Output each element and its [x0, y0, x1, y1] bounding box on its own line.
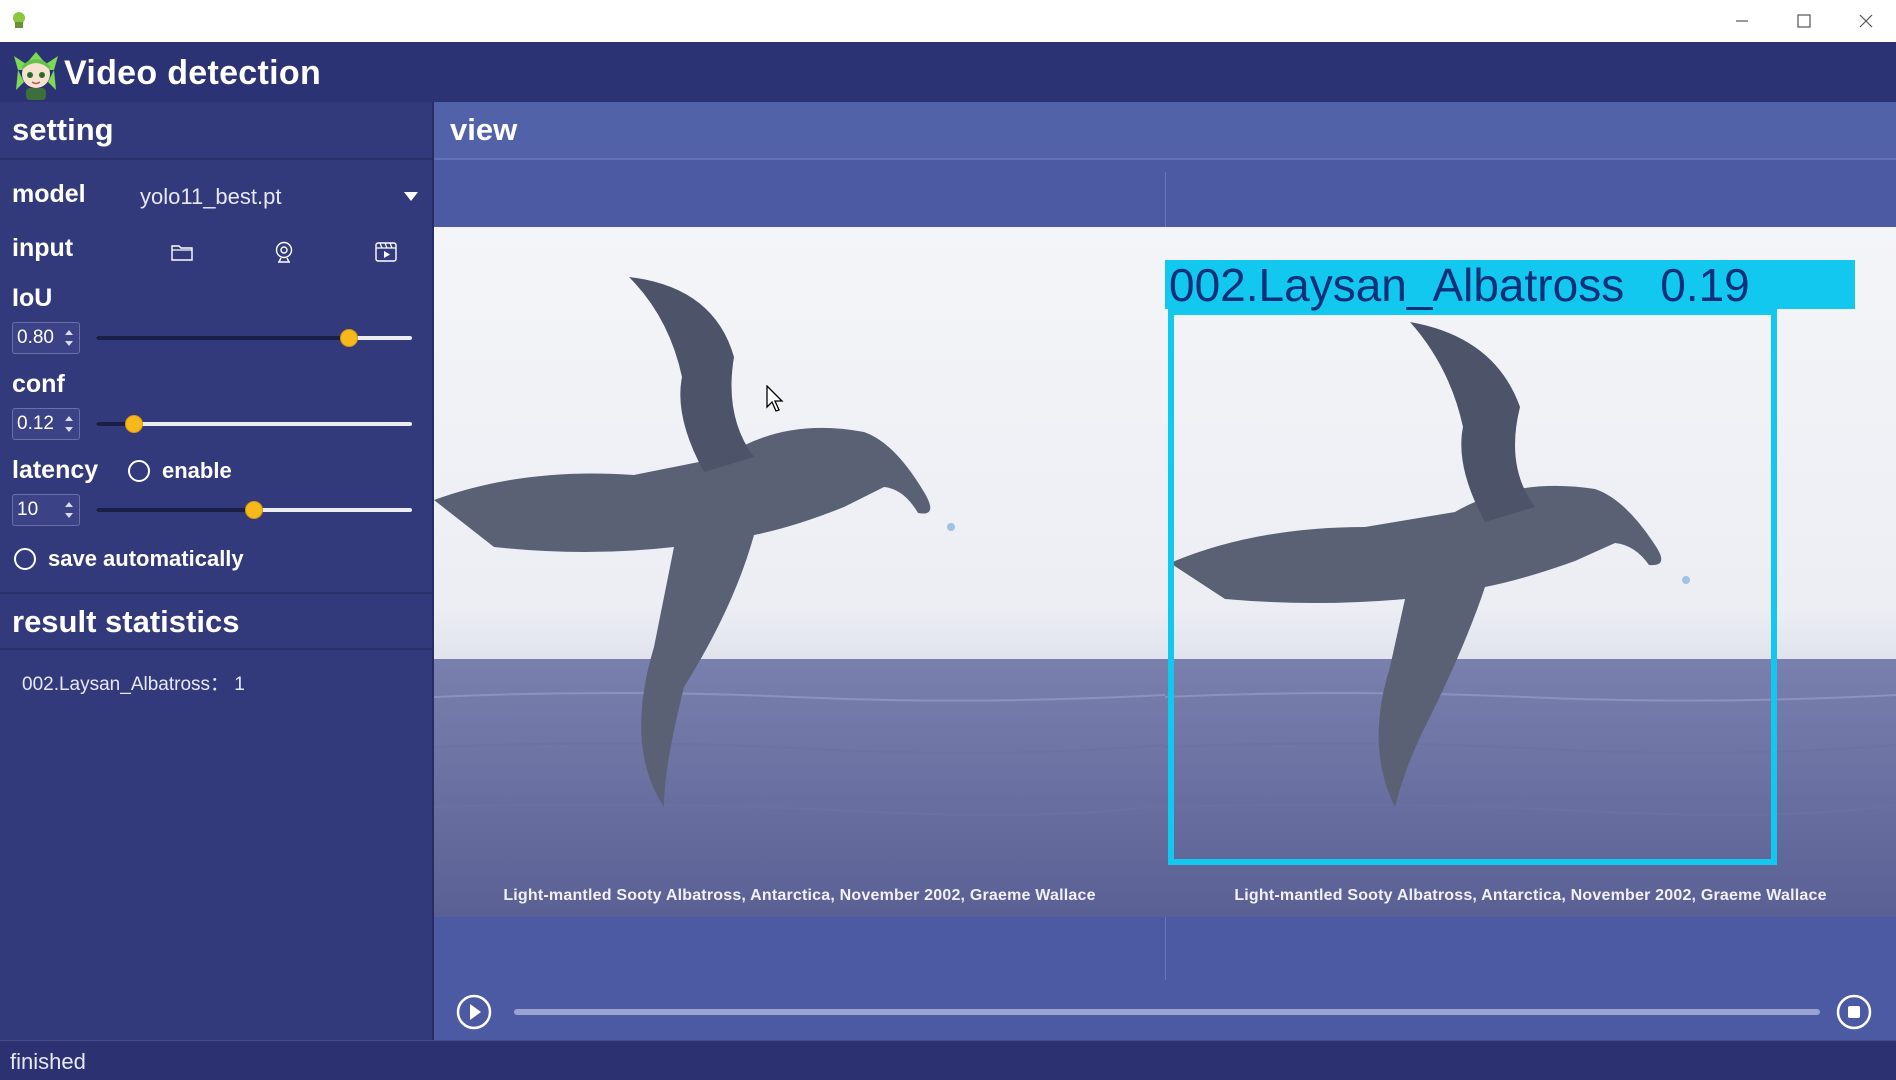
play-icon — [456, 994, 492, 1030]
close-icon — [1859, 14, 1873, 28]
detection-bounding-box — [1168, 309, 1777, 865]
minimize-icon — [1736, 20, 1748, 22]
minimize-button[interactable] — [1714, 6, 1770, 36]
latency-slider-fill — [96, 508, 254, 512]
view-panel: view Light-mantled Sooty Albatross, Anta… — [434, 102, 1896, 1040]
iou-slider-fill — [96, 336, 349, 340]
detection-class: 002.Laysan_Albatross — [1169, 259, 1625, 311]
open-folder-button[interactable] — [162, 232, 202, 272]
result-statistics-header: result statistics — [0, 592, 432, 650]
webcam-icon — [275, 241, 293, 263]
mouse-cursor-icon — [766, 385, 784, 412]
conf-slider-handle[interactable] — [124, 415, 143, 433]
window-titlebar — [0, 0, 1896, 42]
status-text: finished — [10, 1049, 86, 1074]
iou-slider-handle[interactable] — [339, 329, 358, 347]
folder-icon — [171, 245, 193, 261]
result-statistics-title: result statistics — [12, 604, 240, 639]
app-small-icon — [13, 12, 25, 28]
spin-down-icon[interactable] — [65, 513, 73, 518]
latency-slider-handle[interactable] — [245, 501, 263, 519]
albatross-image — [434, 227, 1165, 917]
iou-spinbox[interactable]: 0.80 — [12, 322, 80, 354]
spin-down-icon[interactable] — [65, 341, 73, 346]
detection-label: 002.Laysan_Albatross 0.19 — [1165, 259, 1855, 311]
conf-spinbox[interactable]: 0.12 — [12, 408, 80, 440]
original-video-frame: Light-mantled Sooty Albatross, Antarctic… — [434, 227, 1165, 917]
detection-video-frame: 002.Laysan_Albatross 0.19 Light-mantled S… — [1165, 227, 1896, 917]
model-label: model — [12, 180, 86, 208]
chevron-down-icon — [404, 192, 418, 201]
video-progress-bar[interactable] — [514, 1009, 1820, 1015]
latency-slider[interactable] — [96, 498, 412, 522]
settings-sidebar: setting model yolo11_best.pt input IoU 0… — [0, 102, 434, 1040]
view-title: view — [450, 112, 518, 147]
close-button[interactable] — [1838, 6, 1894, 36]
view-header: view — [434, 102, 1896, 160]
conf-label: conf — [12, 370, 65, 398]
save-automatically-label: save automatically — [48, 546, 244, 571]
video-caption: Light-mantled Sooty Albatross, Antarctic… — [1234, 887, 1827, 904]
latency-enable-radio[interactable] — [128, 460, 150, 482]
conf-value: 0.12 — [17, 413, 54, 434]
detection-score: 0.19 — [1660, 259, 1750, 311]
latency-label: latency — [12, 456, 99, 484]
input-label: input — [12, 234, 74, 262]
webcam-button[interactable] — [264, 232, 304, 272]
app-title: Video detection — [64, 54, 322, 92]
model-dropdown[interactable]: yolo11_best.pt — [128, 178, 418, 218]
stat-item: 002.Laysan_Albatross： 1 — [22, 674, 245, 695]
spin-up-icon[interactable] — [65, 330, 73, 335]
latency-enable-label: enable — [162, 458, 232, 483]
conf-slider[interactable] — [96, 412, 412, 436]
app-logo-icon — [14, 52, 58, 100]
conf-slider-track — [96, 422, 412, 426]
stop-button[interactable] — [1834, 992, 1874, 1032]
video-file-button[interactable] — [366, 232, 406, 272]
iou-value: 0.80 — [17, 327, 54, 348]
iou-slider[interactable] — [96, 326, 412, 350]
video-caption: Light-mantled Sooty Albatross, Antarctic… — [503, 887, 1096, 904]
status-bar: finished — [0, 1040, 1896, 1080]
latency-value: 10 — [17, 499, 39, 520]
save-automatically-radio[interactable] — [14, 548, 36, 570]
model-value: yolo11_best.pt — [140, 184, 282, 209]
play-button[interactable] — [454, 992, 494, 1032]
app-header: Video detection — [0, 42, 1896, 102]
iou-label: IoU — [12, 284, 53, 312]
setting-title: setting — [12, 112, 114, 147]
stop-icon — [1836, 994, 1872, 1030]
spin-up-icon[interactable] — [65, 502, 73, 507]
spin-up-icon[interactable] — [65, 416, 73, 421]
video-file-icon — [375, 242, 397, 262]
maximize-icon — [1797, 14, 1811, 28]
maximize-button[interactable] — [1776, 6, 1832, 36]
app-window: Video detection setting model yolo11_bes… — [0, 0, 1896, 1080]
setting-header: setting — [0, 102, 432, 160]
latency-spinbox[interactable]: 10 — [12, 494, 80, 526]
spin-down-icon[interactable] — [65, 427, 73, 432]
